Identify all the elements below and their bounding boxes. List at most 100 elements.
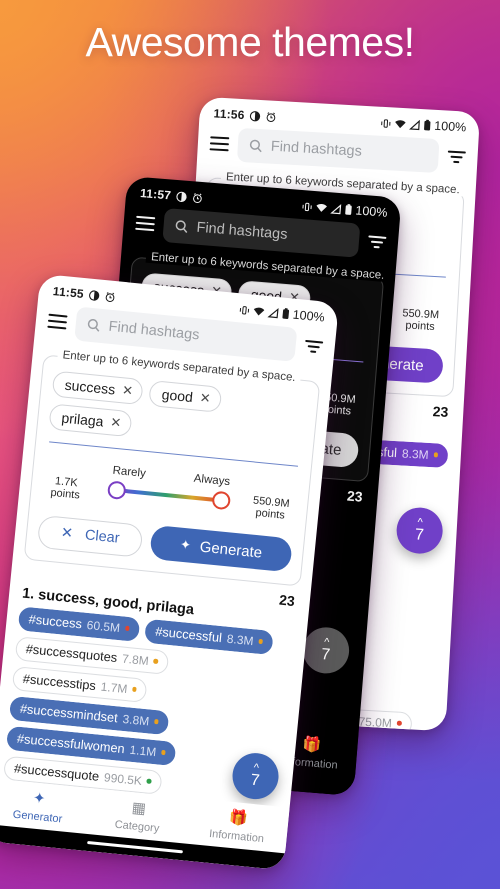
popularity-dot	[133, 867, 139, 871]
popularity-dot	[433, 452, 439, 458]
search-icon	[248, 138, 263, 153]
battery-percent: 100%	[354, 203, 388, 220]
popularity-dot	[258, 639, 264, 644]
gesture-bar[interactable]	[87, 840, 183, 854]
hashtag-count: 990.5K	[103, 770, 143, 789]
popularity-dot	[160, 750, 166, 755]
hashtag-label: #successmindset	[19, 700, 119, 726]
search-input[interactable]: Find hashtags	[236, 127, 440, 174]
battery-percent: 100%	[433, 118, 467, 135]
battery-icon	[344, 203, 353, 216]
hashtag-count: 8.3M	[226, 631, 255, 649]
filter-icon[interactable]	[304, 340, 324, 353]
points-high: 550.9M points	[402, 307, 440, 334]
hashtag-count: 7.8M	[121, 651, 150, 669]
close-icon[interactable]: ✕	[121, 382, 133, 399]
nav-item-label: Category	[114, 818, 160, 835]
points-low: 1.7K points	[49, 474, 81, 502]
wifi-icon	[315, 202, 328, 214]
filter-icon[interactable]	[447, 150, 466, 164]
keyword-card: Enter up to 6 keywords separated by a sp…	[23, 348, 321, 587]
wifi-icon	[394, 118, 407, 130]
clear-button[interactable]: ✕ Clear	[36, 514, 144, 558]
battery-percent: 100%	[292, 307, 326, 325]
keyword-chip[interactable]: prilaga ✕	[48, 403, 133, 438]
close-icon[interactable]: ✕	[110, 414, 122, 431]
fab-count: 7	[414, 526, 425, 544]
search-icon	[174, 219, 189, 234]
signal-icon	[267, 307, 279, 319]
hashtag-label: #successquotes	[25, 641, 118, 666]
alarm-icon	[265, 111, 277, 123]
status-time: 11:55	[52, 284, 85, 302]
signal-icon	[409, 119, 421, 131]
clear-label: Clear	[84, 527, 121, 547]
popularity-dot	[154, 719, 159, 725]
keyword-chip[interactable]: success ✕	[51, 370, 145, 406]
slider-knob-high[interactable]	[211, 490, 232, 511]
popularity-dot	[146, 778, 152, 784]
hashtag-label: #success	[28, 611, 83, 632]
nav-item-label: Information	[208, 827, 265, 846]
battery-icon	[281, 307, 290, 320]
close-icon[interactable]: ✕	[199, 390, 211, 407]
keyword-chip[interactable]: good ✕	[148, 380, 222, 413]
hashtag-count: 3.8M	[121, 711, 150, 729]
hashtag-label: #successfulwomen	[16, 730, 126, 757]
popularity-dot	[124, 625, 130, 631]
hashtag-label: #successful	[154, 623, 223, 646]
close-icon: ✕	[60, 524, 74, 543]
contrast-icon	[176, 190, 188, 202]
points-high: 550.9M points	[252, 494, 291, 523]
status-time: 11:57	[139, 186, 172, 203]
search-placeholder: Find hashtags	[107, 318, 201, 344]
keyword-chip-label: prilaga	[60, 409, 105, 430]
popularity-dot	[153, 658, 159, 664]
hashtag-count: 8.3M	[401, 446, 430, 462]
hashtag-count: 632.5K	[90, 859, 130, 871]
phone-mockup-front: 11:55 100% Find hashtags Enter up to 6 k…	[0, 273, 340, 871]
vibrate-icon	[301, 201, 313, 213]
nav-item-label: Generator	[12, 808, 63, 826]
frequency-slider[interactable]: Rarely Always	[95, 455, 242, 523]
menu-icon[interactable]	[135, 215, 156, 232]
filter-icon[interactable]	[368, 235, 387, 249]
alarm-icon	[192, 192, 204, 204]
hashtag-count: 60.5M	[86, 617, 121, 636]
menu-icon[interactable]	[209, 136, 230, 152]
popularity-dot	[396, 720, 402, 726]
slider-label-low: Rarely	[112, 464, 147, 480]
alarm-icon	[104, 291, 116, 303]
status-time: 11:56	[213, 106, 245, 123]
generate-button[interactable]: ✦ Generate	[149, 524, 293, 573]
hashtag-count: 1.7M	[100, 679, 129, 697]
search-placeholder: Find hashtags	[270, 138, 363, 160]
hashtag-count: 75.0M	[358, 714, 393, 731]
generate-label: Generate	[199, 538, 263, 562]
vibrate-icon	[380, 117, 392, 129]
keyword-chip-label: success	[64, 376, 116, 398]
search-placeholder: Find hashtags	[195, 219, 289, 243]
hashtag-label: #successstory	[4, 850, 87, 871]
fab-count: 7	[249, 771, 261, 790]
contrast-icon	[88, 289, 100, 301]
slider-knob-low[interactable]	[106, 480, 127, 501]
keyword-chip-list: success ✕ good ✕ prilaga ✕	[48, 370, 307, 455]
nav-item-generator[interactable]: ✦Generator	[0, 784, 90, 834]
gift-icon: 🎁	[228, 808, 249, 828]
hashtag-label: #successquote	[13, 760, 100, 784]
page-title: Awesome themes!	[85, 19, 415, 65]
slider-track	[114, 488, 223, 503]
keyword-chip-label: good	[161, 386, 194, 406]
signal-icon	[330, 203, 342, 215]
wand-icon: ✦	[179, 536, 192, 553]
menu-icon[interactable]	[47, 313, 68, 330]
wifi-icon	[252, 305, 265, 317]
vibrate-icon	[238, 304, 250, 316]
battery-icon	[423, 119, 432, 131]
fab-count: 7	[320, 646, 331, 664]
hashtag-label: #successtips	[22, 670, 97, 694]
contrast-icon	[249, 110, 261, 122]
popularity-dot	[132, 686, 138, 692]
search-icon	[86, 318, 101, 333]
